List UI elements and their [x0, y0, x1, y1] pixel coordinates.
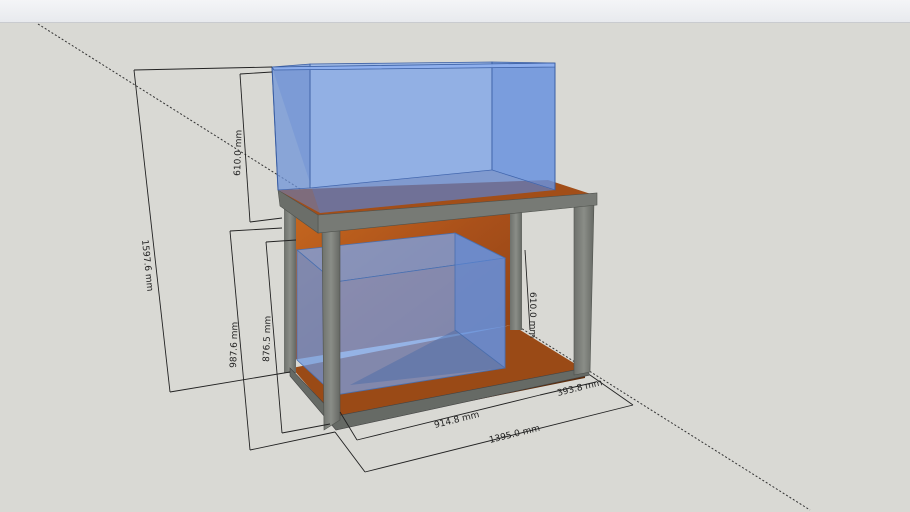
shelf-height-label: 610.0 mm: [527, 292, 537, 338]
back-left-post: [284, 205, 296, 373]
inner-height-label: 876.5 mm: [262, 316, 274, 362]
stand-height-label: 987.6 mm: [229, 322, 241, 368]
front-right-post: [573, 201, 595, 376]
back-right-post: [510, 200, 522, 330]
tank-height-label: 610.0 mm: [233, 130, 245, 176]
front-left-post: [321, 227, 341, 431]
total-height-label: 1597.6 mm: [139, 239, 154, 292]
main-aquarium: [271, 61, 556, 213]
total-width-label: 1395.0 mm: [488, 424, 541, 446]
inner-width-label: 914.8 mm: [433, 410, 480, 431]
model-viewport[interactable]: 1597.6 mm 610.0 mm 987.6 mm 876.5 mm 610…: [0, 0, 910, 512]
